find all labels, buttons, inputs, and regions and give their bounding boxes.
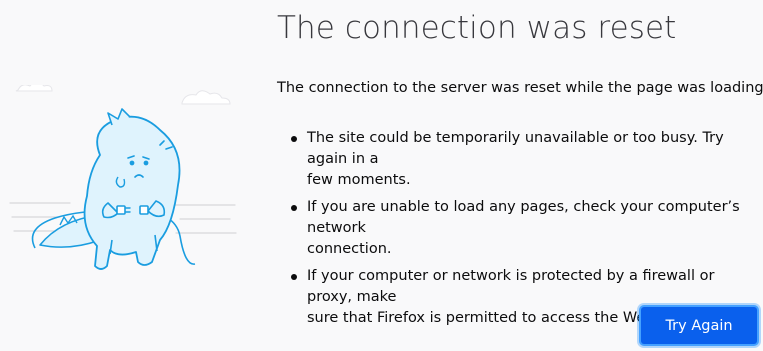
disconnected-dinosaur-icon bbox=[9, 85, 237, 270]
list-item: The site could be temporarily unavailabl… bbox=[277, 128, 759, 191]
page-title: The connection was reset bbox=[277, 10, 677, 46]
reason-text-line: If you are unable to load any pages, che… bbox=[307, 199, 740, 236]
reason-text-line: few moments. bbox=[307, 172, 411, 188]
reasons-list: The site could be temporarily unavailabl… bbox=[277, 128, 759, 335]
bullet-icon bbox=[291, 205, 297, 211]
cloud-icon bbox=[181, 90, 231, 105]
list-item: If you are unable to load any pages, che… bbox=[277, 197, 759, 260]
bullet-icon bbox=[291, 136, 297, 142]
bullet-icon bbox=[291, 274, 297, 280]
reason-text-line: If your computer or network is protected… bbox=[307, 268, 715, 305]
reason-text-line: sure that Firefox is permitted to access… bbox=[307, 310, 660, 326]
reason-text-line: The site could be temporarily unavailabl… bbox=[307, 130, 724, 167]
try-again-button[interactable]: Try Again bbox=[641, 307, 757, 344]
cloud-icon bbox=[15, 85, 53, 92]
error-description: The connection to the server was reset w… bbox=[277, 80, 763, 96]
reason-text-line: connection. bbox=[307, 241, 392, 257]
